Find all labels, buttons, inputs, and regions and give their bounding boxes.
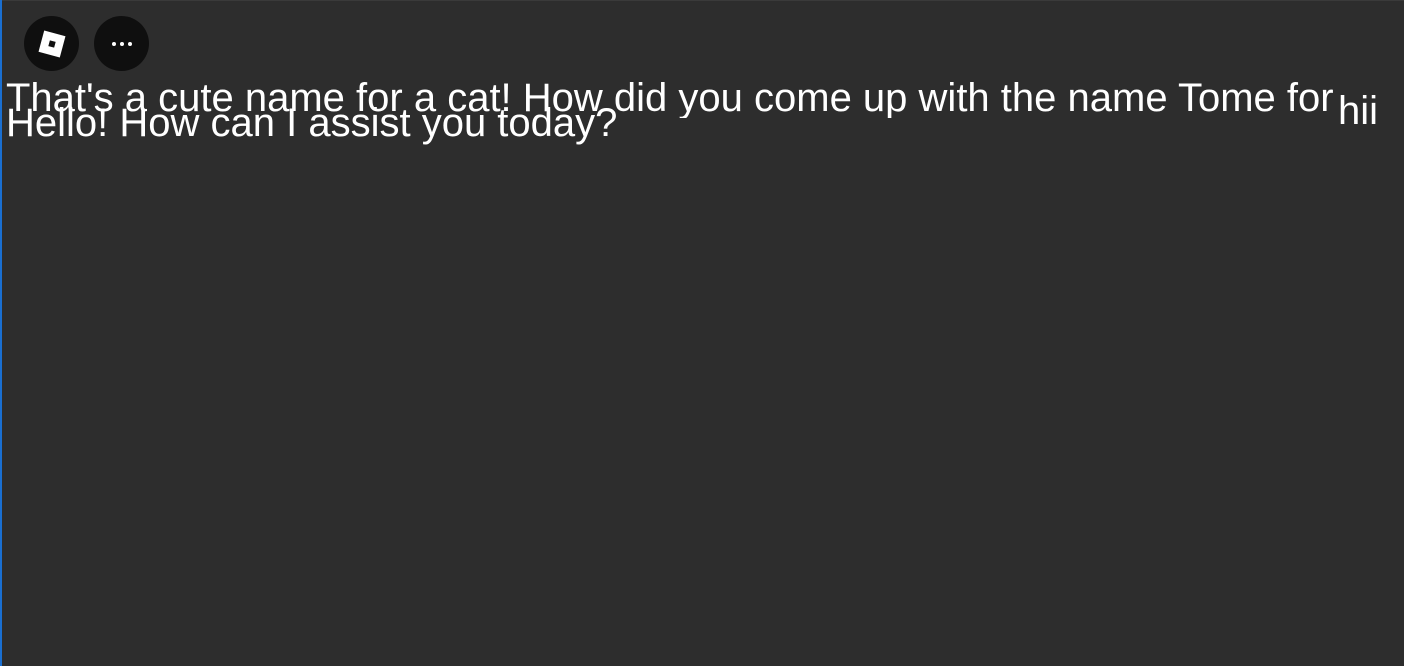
roblox-logo-icon [38, 30, 65, 57]
user-message: hii [1337, 89, 1378, 133]
chat-window: That's a cute name for a cat! How did yo… [0, 0, 1404, 666]
more-options-button[interactable] [94, 16, 149, 71]
roblox-menu-button[interactable] [24, 16, 79, 71]
bot-message: Hello! How can I assist you today? [6, 101, 618, 145]
more-dots-icon [111, 41, 132, 46]
top-edge [2, 0, 1404, 1]
